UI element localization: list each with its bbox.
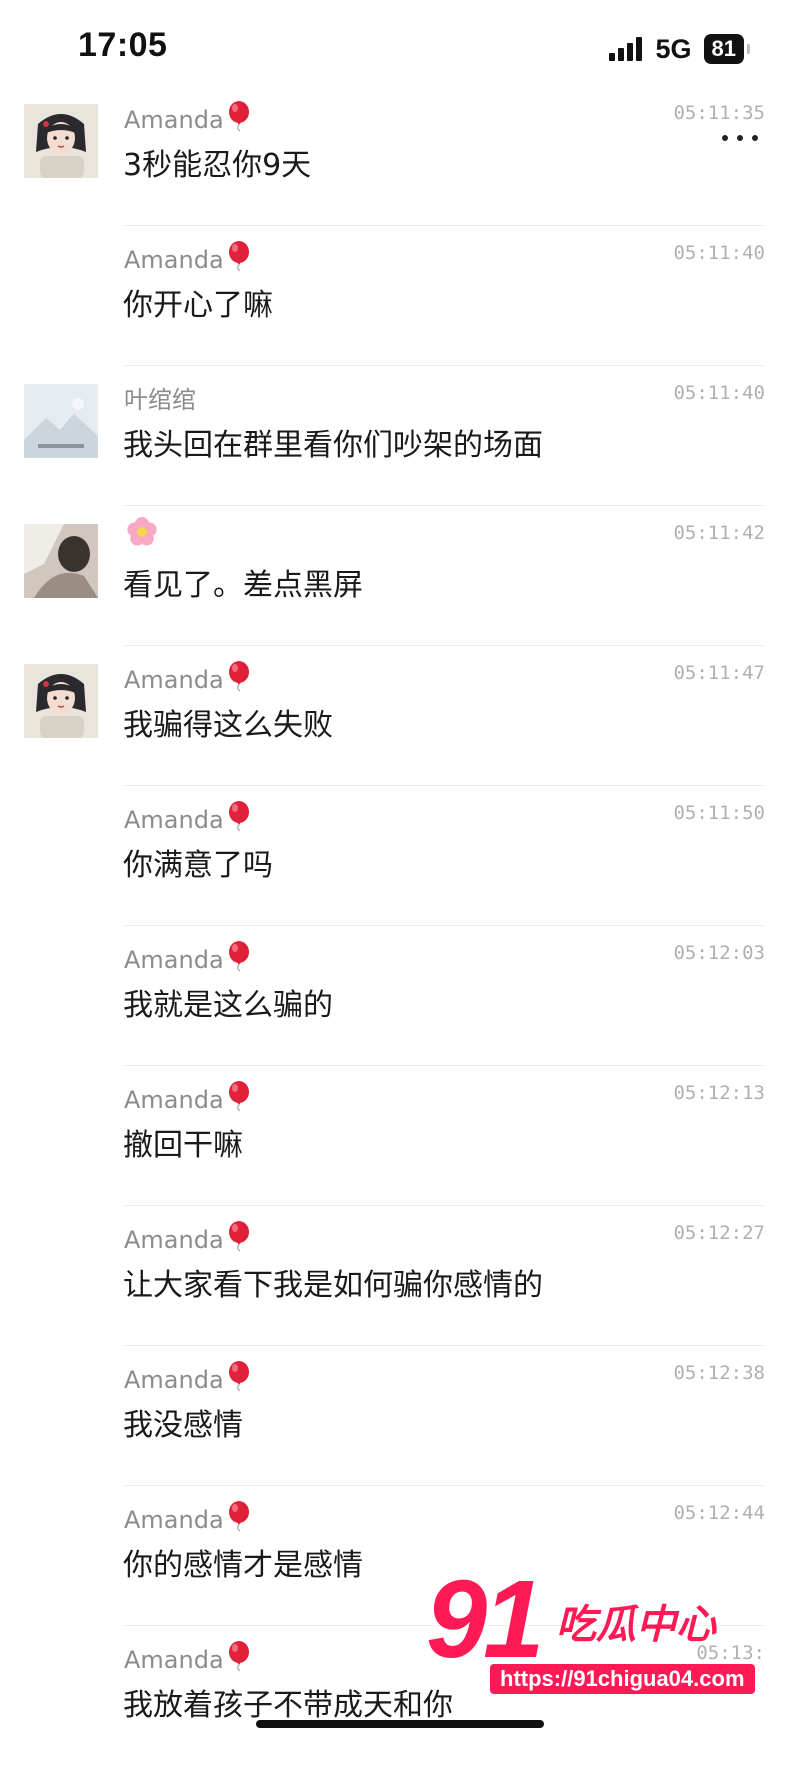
message-time: 05:11:42 — [673, 522, 765, 544]
message-text: 你满意了吗 — [123, 848, 273, 883]
message-time: 05:12:13 — [673, 1082, 765, 1104]
chat-message[interactable]: Amanda 05:11:50 你满意了吗 — [0, 786, 800, 926]
message-time: 05:11:47 — [673, 662, 765, 684]
message-text: 你开心了嘛 — [123, 288, 273, 323]
message-time: 05:11:40 — [673, 242, 765, 264]
status-indicators: 5G 81 — [609, 32, 751, 66]
chat-message[interactable]: 05:11:42 看见了。差点黑屏 — [0, 506, 800, 646]
watermark-title: 吃瓜中心 — [556, 1602, 716, 1648]
sender-name: Amanda — [124, 1080, 252, 1114]
message-text: 我头回在群里看你们吵架的场面 — [123, 428, 543, 463]
avatar[interactable] — [24, 524, 98, 598]
sender-name: Amanda — [124, 940, 252, 974]
message-text: 我放着孩子不带成天和你 — [123, 1688, 453, 1723]
chat-message[interactable]: Amanda 05:12:03 我就是这么骗的 — [0, 926, 800, 1066]
chat-message[interactable]: Amanda 05:12:38 我没感情 — [0, 1346, 800, 1486]
balloon-emoji-icon — [228, 941, 249, 972]
message-text: 让大家看下我是如何骗你感情的 — [123, 1268, 543, 1303]
message-text: 我就是这么骗的 — [123, 988, 333, 1023]
chat-message[interactable]: Amanda 05:11:40 你开心了嘛 — [0, 226, 800, 366]
status-time: 17:05 — [78, 26, 168, 64]
chat-message[interactable]: 叶绾绾 05:11:40 我头回在群里看你们吵架的场面 — [0, 366, 800, 506]
sender-name — [124, 514, 160, 556]
sender-name: Amanda — [124, 800, 252, 834]
message-time: 05:11:40 — [673, 382, 765, 404]
message-time: 05:11:50 — [673, 802, 765, 824]
message-time: 05:12:38 — [673, 1362, 765, 1384]
balloon-emoji-icon — [228, 661, 249, 692]
balloon-emoji-icon — [228, 1221, 249, 1252]
avatar[interactable] — [24, 384, 98, 458]
message-time: 05:12:27 — [673, 1222, 765, 1244]
message-text: 我骗得这么失败 — [123, 708, 333, 743]
home-indicator — [256, 1720, 544, 1728]
avatar[interactable] — [24, 664, 98, 738]
signal-icon — [609, 37, 645, 61]
watermark-number: 91 — [426, 1558, 544, 1681]
balloon-emoji-icon — [228, 241, 249, 272]
flower-emoji-icon — [127, 517, 157, 546]
message-time: 05:12:44 — [673, 1502, 765, 1524]
message-text: 你的感情才是感情 — [123, 1548, 363, 1583]
sender-name: Amanda — [124, 1360, 252, 1394]
avatar[interactable] — [24, 104, 98, 178]
site-watermark: 91 吃瓜中心 https://91chigua04.com — [420, 1560, 800, 1734]
balloon-emoji-icon — [228, 101, 249, 132]
sender-name: Amanda — [124, 660, 252, 694]
balloon-emoji-icon — [228, 1501, 249, 1532]
sender-name: Amanda — [124, 1500, 252, 1534]
balloon-emoji-icon — [228, 801, 249, 832]
chat-message[interactable]: Amanda 05:11:47 我骗得这么失败 — [0, 646, 800, 786]
sender-name: Amanda — [124, 1640, 252, 1674]
sender-name: Amanda — [124, 100, 252, 134]
status-bar: 17:05 5G 81 — [0, 0, 800, 96]
chat-message[interactable]: Amanda 05:12:13 撤回干嘛 — [0, 1066, 800, 1206]
network-type: 5G — [655, 33, 692, 64]
sender-name: Amanda — [124, 240, 252, 274]
message-time: 05:11:35 — [673, 102, 765, 124]
message-text: 看见了。差点黑屏 — [123, 568, 363, 603]
message-text: 撤回干嘛 — [123, 1128, 243, 1163]
balloon-emoji-icon — [228, 1081, 249, 1112]
chat-message[interactable]: Amanda 05:12:27 让大家看下我是如何骗你感情的 — [0, 1206, 800, 1346]
balloon-emoji-icon — [228, 1361, 249, 1392]
sender-name: Amanda — [124, 1220, 252, 1254]
sender-name: 叶绾绾 — [124, 386, 196, 414]
message-time: 05:12:03 — [673, 942, 765, 964]
watermark-url: https://91chigua04.com — [490, 1664, 755, 1694]
chat-message[interactable]: Amanda 05:11:35 3秒能忍你9天 — [0, 86, 800, 226]
message-text: 我没感情 — [123, 1408, 243, 1443]
message-text: 3秒能忍你9天 — [123, 148, 312, 183]
battery-icon: 81 — [703, 34, 751, 64]
balloon-emoji-icon — [228, 1641, 249, 1672]
